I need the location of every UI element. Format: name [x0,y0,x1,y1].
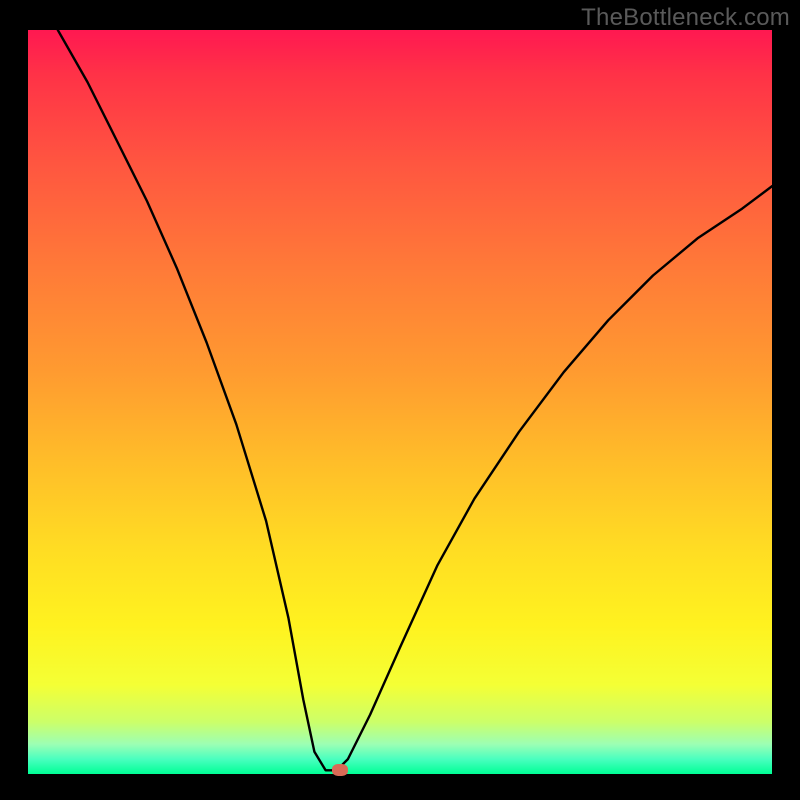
plot-area [28,28,772,774]
bottleneck-curve [28,30,772,774]
chart-container: TheBottleneck.com [0,0,800,800]
bottleneck-min-marker [332,764,348,776]
